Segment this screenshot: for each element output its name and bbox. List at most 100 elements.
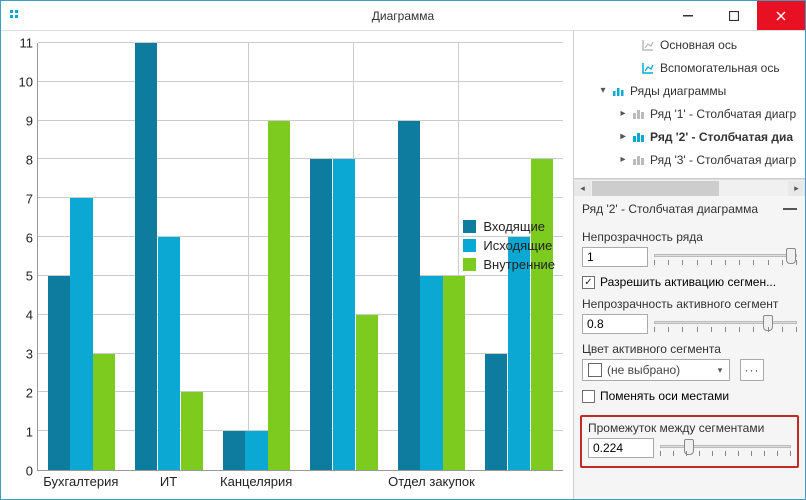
tree-item[interactable]: Вспомогательная ось <box>574 56 805 79</box>
tree-item-label: Ряды диаграммы <box>630 84 726 98</box>
y-tick-label: 2 <box>26 386 33 401</box>
y-tick-label: 10 <box>19 74 33 89</box>
y-tick-label: 6 <box>26 230 33 245</box>
scroll-right-icon[interactable]: ▸ <box>788 181 805 196</box>
chart-bar[interactable] <box>398 121 420 470</box>
legend-swatch-icon <box>463 239 476 252</box>
tree-item[interactable]: ▾ Ряды диаграммы <box>574 79 805 102</box>
chart-bar[interactable] <box>48 276 70 470</box>
gap-label: Промежуток между сегментами <box>588 421 791 435</box>
gap-property-group: Промежуток между сегментами <box>580 415 799 468</box>
window-controls <box>665 1 805 30</box>
tree-item[interactable]: Основная ось <box>574 33 805 56</box>
swap-axes-label: Поменять оси местами <box>600 389 729 403</box>
props-header: Ряд '2' - Столбчатая диаграмма <box>582 202 758 216</box>
x-tick-label: Бухгалтерия <box>43 474 118 489</box>
chart-bar[interactable] <box>443 276 465 470</box>
chart-legend: Входящие Исходящие Внутренние <box>463 219 555 276</box>
active-color-dropdown[interactable]: (не выбрано) ▾ <box>582 359 730 381</box>
legend-label: Исходящие <box>483 238 552 253</box>
legend-swatch-icon <box>463 220 476 233</box>
gap-slider[interactable] <box>660 438 791 458</box>
tree-item[interactable]: ▸ Ряд '2' - Столбчатая диа <box>574 125 805 148</box>
legend-item: Входящие <box>463 219 555 234</box>
tree-item-label: Ряд '2' - Столбчатая диа <box>650 130 793 144</box>
chart-bar[interactable] <box>531 159 553 470</box>
y-tick-label: 9 <box>26 113 33 128</box>
chevron-down-icon: ▾ <box>711 365 729 376</box>
active-opacity-input[interactable] <box>582 314 648 334</box>
chart-bar[interactable] <box>223 431 245 470</box>
opacity-input[interactable] <box>582 247 648 267</box>
bars-gray-icon <box>630 106 646 122</box>
chart-bar[interactable] <box>333 159 355 470</box>
active-color-label: Цвет активного сегмента <box>582 342 797 356</box>
axis-gray-icon <box>640 37 656 53</box>
chart-bar[interactable] <box>310 159 332 470</box>
maximize-button[interactable] <box>711 1 757 30</box>
collapse-icon[interactable] <box>783 208 797 210</box>
chart-bar[interactable] <box>485 354 507 470</box>
tree-item-label: Вспомогательная ось <box>660 61 780 75</box>
bars-icon <box>630 129 646 145</box>
bars-gray-icon <box>630 152 646 168</box>
legend-item: Исходящие <box>463 238 555 253</box>
active-color-value: (не выбрано) <box>607 363 711 377</box>
y-tick-label: 11 <box>20 36 34 51</box>
color-more-button[interactable]: ··· <box>740 359 764 381</box>
y-tick-label: 4 <box>26 308 33 323</box>
active-opacity-label: Непрозрачность активного сегмент <box>582 297 797 311</box>
chart-pane: 0 1 2 3 4 5 6 7 8 9 10 11 Входящие Исходящие Внутренн… <box>1 31 573 499</box>
chart-bar[interactable] <box>70 198 92 470</box>
opacity-slider[interactable] <box>654 247 797 267</box>
legend-label: Внутренние <box>483 257 555 272</box>
titlebar: Диаграмма <box>1 1 805 31</box>
chart-bar[interactable] <box>93 354 115 470</box>
gap-input[interactable] <box>588 438 654 458</box>
app-icon <box>1 1 31 31</box>
y-tick-label: 5 <box>26 269 33 284</box>
color-swatch-icon <box>588 363 602 377</box>
chart-plot[interactable]: Входящие Исходящие Внутренние <box>37 43 563 471</box>
expand-toggle-icon[interactable]: ▸ <box>616 154 630 165</box>
x-tick-label: ИТ <box>160 474 177 489</box>
tree-item-label: Ряд '1' - Столбчатая диагр <box>650 107 796 121</box>
scroll-thumb[interactable] <box>592 181 719 196</box>
chart-bar[interactable] <box>268 121 290 470</box>
axis-icon <box>640 60 656 76</box>
expand-toggle-icon[interactable]: ▸ <box>616 108 630 119</box>
y-tick-label: 8 <box>26 152 33 167</box>
tree-item-label: Основная ось <box>660 38 737 52</box>
properties-panel: Основная ось Вспомогательная ось ▾ Ряды диа… <box>573 31 805 499</box>
chart-bar[interactable] <box>420 276 442 470</box>
opacity-label: Непрозрачность ряда <box>582 230 797 244</box>
y-tick-label: 0 <box>26 464 33 479</box>
chart-bar[interactable] <box>135 43 157 470</box>
legend-item: Внутренние <box>463 257 555 272</box>
legend-label: Входящие <box>483 219 545 234</box>
expand-toggle-icon[interactable]: ▸ <box>616 131 630 142</box>
swap-axes-checkbox[interactable] <box>582 390 595 403</box>
collapse-toggle-icon[interactable]: ▾ <box>596 85 610 96</box>
chart-bar[interactable] <box>158 237 180 470</box>
y-tick-label: 7 <box>26 191 33 206</box>
series-tree[interactable]: Основная ось Вспомогательная ось ▾ Ряды диа… <box>574 31 805 179</box>
tree-scrollbar[interactable]: ◂ ▸ <box>574 179 805 196</box>
minimize-button[interactable] <box>665 1 711 30</box>
y-axis: 01234567891011 <box>11 43 37 471</box>
x-tick-label: Канцелярия <box>220 474 292 489</box>
chart-bar[interactable] <box>245 431 267 470</box>
tree-item[interactable]: ▸Ряд '3' - Столбчатая диагр <box>574 148 805 171</box>
chart-bar[interactable] <box>356 315 378 470</box>
active-opacity-slider[interactable] <box>654 314 797 334</box>
y-tick-label: 1 <box>26 425 33 440</box>
chart-bar[interactable] <box>181 392 203 470</box>
scroll-left-icon[interactable]: ◂ <box>574 181 591 196</box>
tree-item[interactable]: ▸ Ряд '1' - Столбчатая диагр <box>574 102 805 125</box>
allow-activation-checkbox[interactable]: ✓ <box>582 276 595 289</box>
allow-activation-label: Разрешить активацию сегмен... <box>600 275 776 289</box>
series-icon <box>610 83 626 99</box>
legend-swatch-icon <box>463 258 476 271</box>
y-tick-label: 3 <box>26 347 33 362</box>
close-button[interactable] <box>757 1 805 30</box>
